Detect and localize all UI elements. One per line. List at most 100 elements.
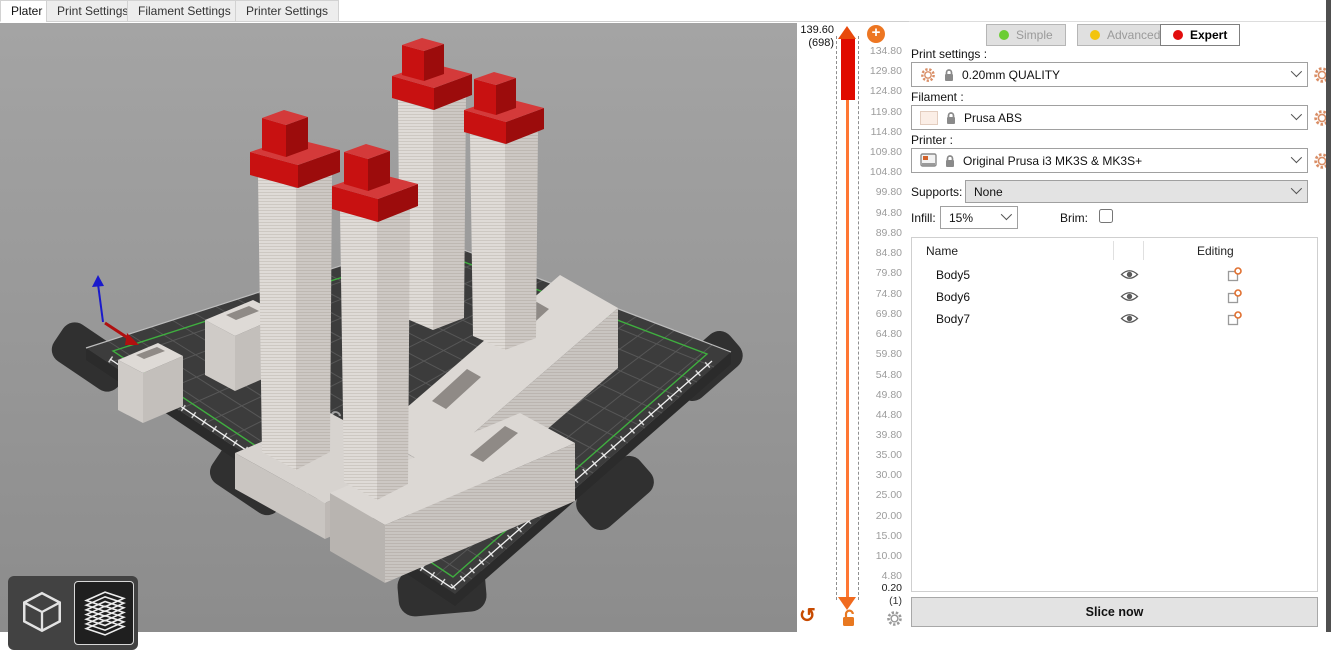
tick-label: 89.80 bbox=[852, 227, 902, 239]
layer-slider-track[interactable] bbox=[846, 100, 849, 598]
reset-slider-button[interactable]: ↺ bbox=[799, 606, 816, 626]
print-settings-label: Print settings : bbox=[911, 47, 987, 61]
eye-icon[interactable] bbox=[1120, 268, 1139, 281]
object-row-body7[interactable]: Body7 bbox=[912, 308, 1317, 330]
chevron-down-icon bbox=[1291, 108, 1302, 119]
chevron-down-icon bbox=[1001, 208, 1012, 219]
tick-label: 15.00 bbox=[852, 530, 902, 542]
eye-icon[interactable] bbox=[1120, 290, 1139, 303]
eye-icon[interactable] bbox=[1120, 312, 1139, 325]
editing-column-header: Editing bbox=[1197, 244, 1234, 258]
printer-select[interactable]: Original Prusa i3 MK3S & MK3S+ bbox=[911, 148, 1308, 173]
chevron-down-icon bbox=[1291, 151, 1302, 162]
tab-filament-settings[interactable]: Filament Settings bbox=[127, 0, 242, 22]
tick-label: 69.80 bbox=[852, 308, 902, 320]
editor-view-button[interactable] bbox=[13, 582, 71, 644]
layer-slider-upper-thumb[interactable] bbox=[838, 26, 856, 39]
simple-mode-dot-icon bbox=[999, 30, 1009, 40]
printer-icon bbox=[920, 153, 937, 168]
tick-label: 10.00 bbox=[852, 550, 902, 562]
tick-label: 30.00 bbox=[852, 469, 902, 481]
mode-advanced-button[interactable]: Advanced bbox=[1077, 24, 1173, 46]
mode-simple-button[interactable]: Simple bbox=[986, 24, 1066, 46]
tick-label: 99.80 bbox=[852, 186, 902, 198]
edit-object-icon[interactable] bbox=[1227, 289, 1242, 304]
supports-select[interactable]: None bbox=[965, 180, 1308, 203]
mode-expert-button[interactable]: Expert bbox=[1160, 24, 1240, 46]
advanced-mode-dot-icon bbox=[1090, 30, 1100, 40]
tick-label: 64.80 bbox=[852, 328, 902, 340]
tab-print-settings[interactable]: Print Settings bbox=[46, 0, 139, 22]
layer-slider-max-layer: (698) bbox=[792, 37, 834, 49]
lock-icon bbox=[944, 154, 956, 168]
tick-label: 84.80 bbox=[852, 247, 902, 259]
panel-divider bbox=[909, 21, 1326, 22]
chevron-down-icon bbox=[1291, 65, 1302, 76]
3d-scene: ORIGINAL PRUSA i3 MK3 by Josef Prusa bbox=[0, 23, 797, 632]
tick-label: 20.00 bbox=[852, 510, 902, 522]
tick-label: 94.80 bbox=[852, 207, 902, 219]
filament-select[interactable]: Prusa ABS bbox=[911, 105, 1308, 130]
layer-slider-min-height: 0.20 bbox=[852, 582, 902, 594]
tick-label: 4.80 bbox=[852, 570, 902, 582]
3d-viewport-canvas[interactable]: ORIGINAL PRUSA i3 MK3 by Josef Prusa bbox=[0, 23, 797, 632]
tick-label: 49.80 bbox=[852, 389, 902, 401]
tick-label: 109.80 bbox=[852, 146, 902, 158]
layer-slider-max-height: 139.60 bbox=[792, 24, 834, 36]
supports-label: Supports: bbox=[911, 185, 962, 199]
object-list: Name Editing Body5 Body6 bbox=[911, 237, 1318, 592]
infill-select[interactable]: 15% bbox=[940, 206, 1018, 229]
tick-label: 79.80 bbox=[852, 267, 902, 279]
name-column-header: Name bbox=[926, 244, 958, 258]
object-row-body5[interactable]: Body5 bbox=[912, 264, 1317, 286]
object-row-body6[interactable]: Body6 bbox=[912, 286, 1317, 308]
add-color-change-button[interactable]: + bbox=[867, 25, 885, 43]
preview-view-button[interactable] bbox=[75, 582, 133, 644]
print-settings-value: 0.20mm QUALITY bbox=[962, 68, 1284, 82]
layer-slider-tick-ladder-left bbox=[836, 36, 837, 600]
model-tower-left bbox=[250, 110, 340, 470]
tick-label: 134.80 bbox=[852, 45, 902, 57]
tab-printer-settings[interactable]: Printer Settings bbox=[235, 0, 339, 22]
print-settings-select[interactable]: 0.20mm QUALITY bbox=[911, 62, 1308, 87]
chevron-down-icon bbox=[1291, 182, 1302, 193]
model-tower-right bbox=[464, 72, 544, 350]
view-mode-toggle bbox=[8, 576, 138, 650]
lock-icon bbox=[943, 68, 955, 82]
tick-label: 59.80 bbox=[852, 348, 902, 360]
gear-icon bbox=[920, 67, 936, 83]
window-edge bbox=[1326, 0, 1331, 632]
lock-icon bbox=[945, 111, 957, 125]
layer-slider-min-layer: (1) bbox=[852, 595, 902, 607]
tick-label: 114.80 bbox=[852, 126, 902, 138]
tick-label: 35.00 bbox=[852, 449, 902, 461]
lock-open-icon[interactable] bbox=[840, 608, 858, 627]
tick-label: 104.80 bbox=[852, 166, 902, 178]
tick-label: 129.80 bbox=[852, 65, 902, 77]
filament-value: Prusa ABS bbox=[964, 111, 1284, 125]
tick-label: 25.00 bbox=[852, 489, 902, 501]
prusaslicer-window: Plater Print Settings Filament Settings … bbox=[0, 0, 1331, 632]
object-list-header: Name Editing bbox=[912, 238, 1317, 263]
tick-label: 74.80 bbox=[852, 288, 902, 300]
tick-label: 54.80 bbox=[852, 369, 902, 381]
supports-value: None bbox=[974, 185, 1284, 199]
printer-label: Printer : bbox=[911, 133, 953, 147]
edit-object-icon[interactable] bbox=[1227, 311, 1242, 326]
filament-label: Filament : bbox=[911, 90, 964, 104]
tick-label: 44.80 bbox=[852, 409, 902, 421]
main-tab-bar: Plater Print Settings Filament Settings … bbox=[0, 0, 1331, 22]
tick-label: 119.80 bbox=[852, 106, 902, 118]
tick-label: 124.80 bbox=[852, 85, 902, 97]
3d-cube-icon bbox=[18, 589, 66, 637]
edit-object-icon[interactable] bbox=[1227, 267, 1242, 282]
tick-label: 39.80 bbox=[852, 429, 902, 441]
slider-settings-gear-icon[interactable] bbox=[886, 610, 903, 627]
infill-label: Infill: bbox=[911, 211, 936, 225]
slice-now-button[interactable]: Slice now bbox=[911, 597, 1318, 627]
brim-label: Brim: bbox=[1060, 211, 1088, 225]
model-tower-front bbox=[332, 144, 418, 500]
brim-checkbox[interactable] bbox=[1099, 209, 1113, 223]
infill-value: 15% bbox=[949, 211, 994, 225]
layers-stack-icon bbox=[80, 589, 128, 637]
